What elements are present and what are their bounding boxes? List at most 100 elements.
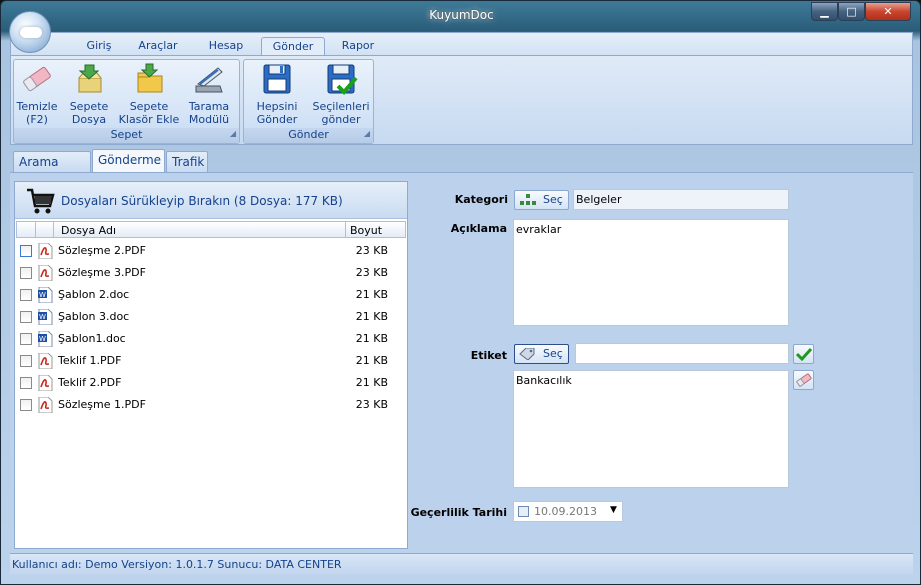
etiket-select-button[interactable]: Seç (514, 344, 569, 364)
scan-module-button[interactable]: Tarama Modülü (F3) (178, 62, 240, 139)
file-name: Şablon 3.doc (58, 310, 130, 323)
file-size: 23 KB (355, 398, 388, 411)
file-row[interactable]: Sözleşme 1.PDF 23 KB (16, 394, 406, 416)
file-checkbox[interactable] (20, 289, 32, 301)
etiket-label: Etiket (470, 349, 507, 362)
scanner-icon (192, 62, 226, 96)
tab-trafik[interactable]: Trafik (166, 151, 208, 173)
aciklama-label: Açıklama (450, 222, 507, 235)
eraser-icon (795, 373, 812, 390)
ribbon-group-gonder-label: Gönder ◢ (244, 128, 373, 143)
file-name: Sözleşme 3.PDF (58, 266, 146, 279)
file-checkbox[interactable] (20, 267, 32, 279)
ribbon-tab-hesap[interactable]: Hesap (201, 37, 251, 56)
file-name: Teklif 1.PDF (58, 354, 122, 367)
remove-tag-button[interactable] (793, 370, 814, 390)
application-orb-button[interactable] (9, 11, 51, 53)
basket-panel[interactable]: Dosyaları Sürükleyip Bırakın (8 Dosya: 1… (14, 181, 408, 549)
ribbon-tab-giris[interactable]: Giriş (81, 37, 117, 56)
file-size: 21 KB (355, 288, 388, 301)
kategori-select-button[interactable]: Seç (514, 190, 569, 210)
date-value: 10.09.2013 (534, 505, 597, 518)
ribbon-group-sepet: Temizle (F2) Sepete Dosya Ekle Sepete Kl… (13, 59, 240, 144)
file-row[interactable]: W Şablon 2.doc 21 KB (16, 284, 406, 306)
add-file-button[interactable]: Sepete Dosya Ekle (60, 62, 118, 139)
ribbon-tab-rapor[interactable]: Rapor (336, 37, 380, 56)
maximize-button[interactable]: □ (838, 2, 865, 21)
chevron-down-icon[interactable]: ▼ (610, 505, 617, 515)
word-file-icon: W (38, 286, 53, 304)
add-folder-icon (132, 62, 166, 96)
file-size: 21 KB (355, 310, 388, 323)
file-row[interactable]: W Şablon1.doc 21 KB (16, 328, 406, 350)
dialog-launcher-icon[interactable]: ◢ (230, 127, 236, 141)
sepet-label-text: Sepet (110, 128, 143, 141)
column-header-size[interactable]: Boyut (350, 224, 382, 237)
etiket-input[interactable] (575, 343, 789, 364)
clear-button-line1: Temizle (16, 100, 58, 113)
close-button[interactable]: ✕ (865, 2, 911, 21)
dialog-launcher-icon[interactable]: ◢ (364, 127, 370, 141)
tab-arama[interactable]: Arama (31) (13, 151, 91, 190)
file-row[interactable]: Teklif 1.PDF 21 KB (16, 350, 406, 372)
file-size: 23 KB (355, 266, 388, 279)
kategori-field: Belgeler (573, 189, 789, 210)
add-folder-line2: Klasör Ekle (118, 113, 180, 126)
add-folder-line1: Sepete (129, 100, 169, 113)
file-name: Teklif 2.PDF (58, 376, 122, 389)
file-checkbox[interactable] (20, 377, 32, 389)
send-all-button[interactable]: Hepsini Gönder (F6) (246, 62, 308, 139)
file-name: Sözleşme 2.PDF (58, 244, 146, 257)
file-row[interactable]: W Şablon 3.doc 21 KB (16, 306, 406, 328)
word-file-icon: W (38, 308, 53, 326)
ribbon: Giriş Araçlar Hesap Gönder Rapor Temizle… (10, 32, 913, 145)
add-tag-button[interactable] (793, 344, 814, 364)
floppy-check-icon (324, 62, 358, 96)
file-size: 23 KB (355, 244, 388, 257)
file-row[interactable]: Teklif 2.PDF 21 KB (16, 372, 406, 394)
file-checkbox[interactable] (20, 311, 32, 323)
status-bar: Kullanıcı adı: Demo Versiyon: 1.0.1.7 Su… (10, 553, 913, 575)
scan-module-line1: Tarama (188, 100, 230, 113)
aciklama-textarea[interactable]: evraklar (513, 219, 789, 326)
send-selected-button[interactable]: Seçilenleri gönder (F7) (310, 62, 372, 139)
column-header-name[interactable]: Dosya Adı (61, 224, 116, 237)
etiket-select-label: Seç (543, 347, 563, 360)
file-size: 21 KB (355, 332, 388, 345)
file-size: 21 KB (355, 354, 388, 367)
tab-gonderme[interactable]: Gönderme (92, 149, 165, 173)
file-row[interactable]: Sözleşme 3.PDF 23 KB (16, 262, 406, 284)
file-name: Sözleşme 1.PDF (58, 398, 146, 411)
clear-button[interactable]: Temizle (F2) (16, 62, 58, 128)
ribbon-tab-araclar[interactable]: Araçlar (133, 37, 183, 56)
gecerlilik-tarihi-datepicker[interactable]: 10.09.2013 ▼ (513, 501, 623, 522)
window-title: KuyumDoc (429, 8, 494, 22)
etiket-list[interactable]: Bankacılık (513, 370, 789, 488)
svg-text:W: W (39, 335, 46, 343)
ribbon-tabs: Giriş Araçlar Hesap Gönder Rapor (11, 33, 912, 56)
add-folder-button[interactable]: Sepete Klasör Ekle (118, 62, 180, 128)
title-bar: KuyumDoc ▁ □ ✕ (1, 1, 920, 31)
pdf-file-icon (38, 352, 53, 370)
file-checkbox[interactable] (20, 355, 32, 367)
file-row[interactable]: Sözleşme 2.PDF 23 KB (16, 240, 406, 262)
checkmark-icon (795, 347, 813, 364)
file-checkbox[interactable] (20, 333, 32, 345)
application-window: KuyumDoc ▁ □ ✕ Giriş Araçlar Hesap Gönde… (0, 0, 921, 585)
pdf-file-icon (38, 264, 53, 282)
cloud-icon (20, 27, 42, 38)
document-tabs: Arama (31) Gönderme Trafik (10, 149, 913, 190)
pdf-file-icon (38, 374, 53, 392)
send-all-line1: Hepsini (256, 100, 298, 113)
minimize-button[interactable]: ▁ (811, 2, 838, 21)
file-name: Şablon1.doc (58, 332, 126, 345)
file-checkbox[interactable] (20, 245, 32, 257)
ribbon-tab-gonder[interactable]: Gönder (261, 37, 325, 56)
file-checkbox[interactable] (20, 399, 32, 411)
basket-header: Dosyaları Sürükleyip Bırakın (8 Dosya: 1… (15, 182, 407, 219)
pdf-file-icon (38, 242, 53, 260)
svg-text:W: W (39, 313, 46, 321)
floppy-icon (260, 62, 294, 96)
date-checkbox[interactable] (518, 506, 529, 517)
add-file-line1: Sepete (69, 100, 109, 113)
